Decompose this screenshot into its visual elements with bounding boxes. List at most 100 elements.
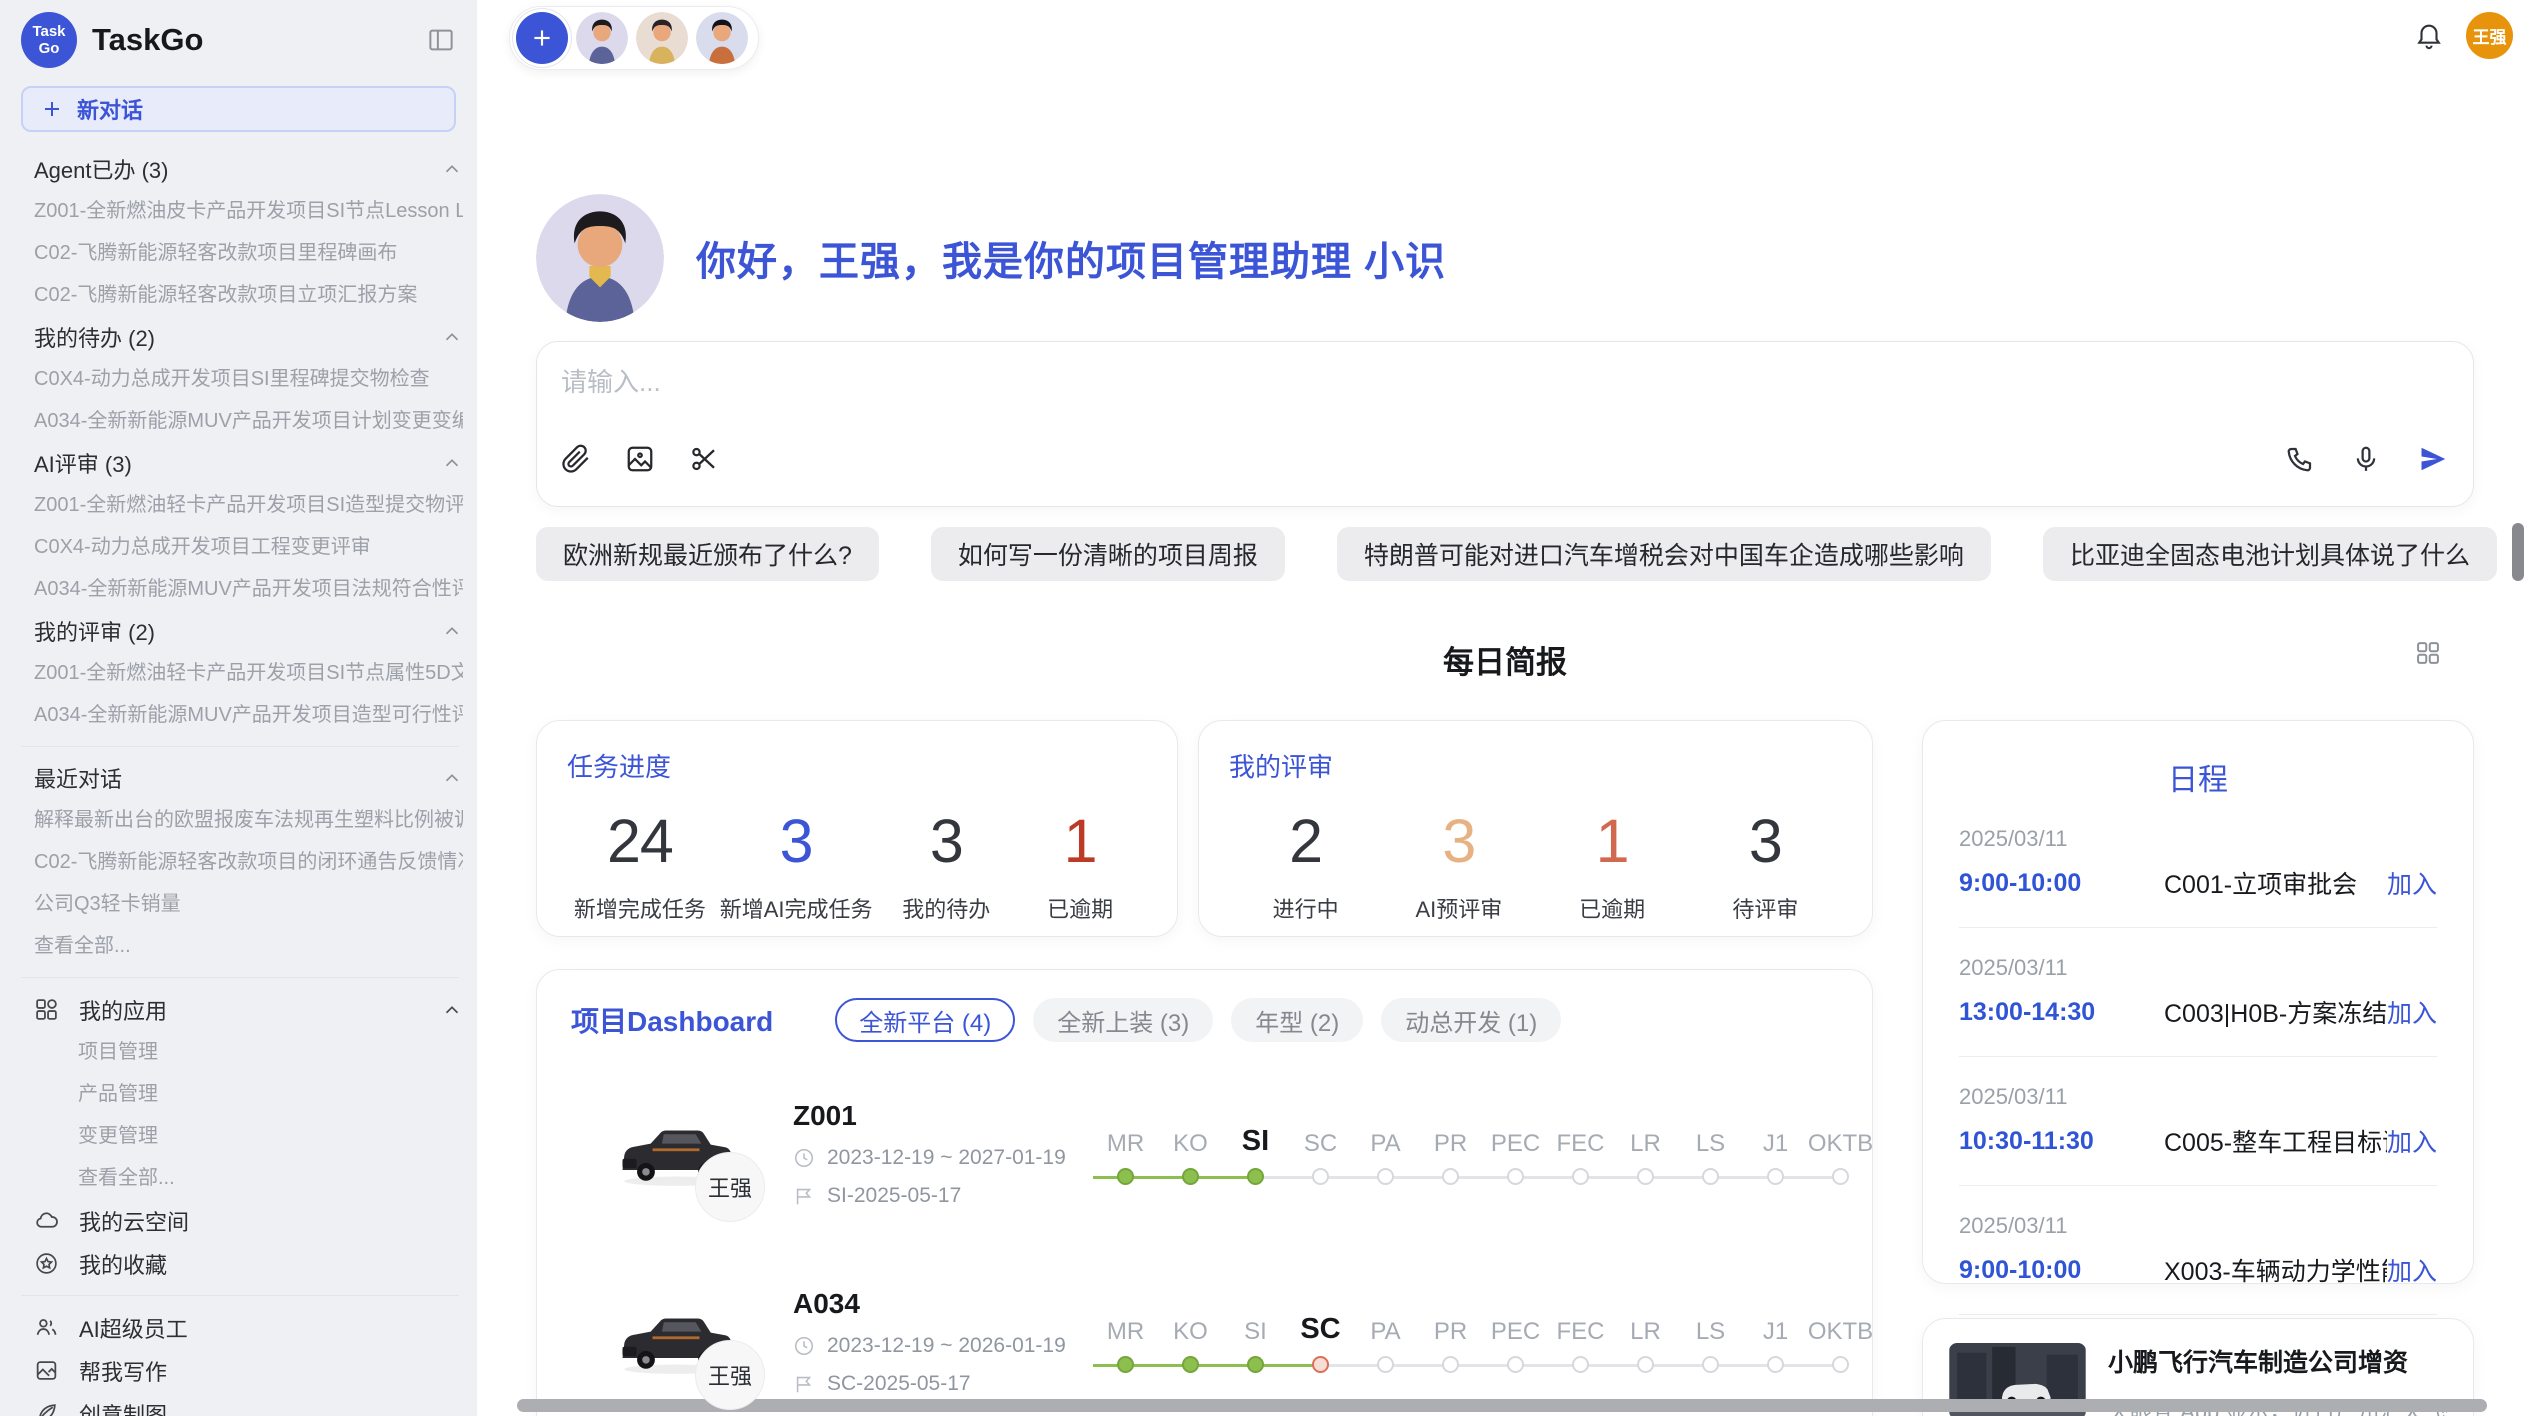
- section-header-recent[interactable]: 最近对话: [34, 757, 463, 799]
- suggestion-chip[interactable]: 特朗普可能对进口汽车增税会对中国车企造成哪些影响: [1337, 527, 1991, 581]
- tab-model-year[interactable]: 年型 (2): [1231, 998, 1363, 1042]
- app-item-product-mgmt[interactable]: 产品管理: [0, 1073, 477, 1115]
- chevron-up-icon[interactable]: [441, 158, 463, 180]
- event-time: 13:00-14:30: [1959, 998, 2164, 1027]
- chevron-up-icon[interactable]: [441, 620, 463, 642]
- agent-avatar-1[interactable]: [576, 12, 628, 64]
- milestone-label: OKTB: [1808, 1116, 1873, 1158]
- event-time: 10:30-11:30: [1959, 1127, 2164, 1156]
- milestone-label: LR: [1613, 1116, 1678, 1158]
- tab-new-body[interactable]: 全新上装 (3): [1033, 998, 1213, 1042]
- sidebar-item-writing-helper[interactable]: 帮我写作: [0, 1349, 477, 1392]
- recent-item[interactable]: C02-飞腾新能源轻客改款项目的闭环通告反馈情况: [34, 841, 463, 883]
- suggestion-chip[interactable]: 比亚迪全固态电池计划具体说了什么: [2043, 527, 2497, 581]
- sidebar-item[interactable]: C02-飞腾新能源轻客改款项目立项汇报方案: [34, 274, 463, 316]
- milestone-dot-done: [1182, 1168, 1199, 1185]
- phone-call-icon[interactable]: [2285, 444, 2315, 474]
- image-upload-icon[interactable]: [625, 444, 655, 474]
- cloud-icon: [34, 1208, 59, 1233]
- stat-label: AI预评审: [1399, 892, 1519, 924]
- section-title: Agent已办 (3): [34, 153, 169, 185]
- event-title: C003|H0B-方案冻结评审: [2164, 994, 2387, 1030]
- vertical-scrollbar-thumb[interactable]: [2512, 523, 2524, 581]
- sidebar-item-creative-draw[interactable]: 创意制图: [0, 1392, 477, 1416]
- section-title: 最近对话: [34, 762, 122, 794]
- screenshot-scissors-icon[interactable]: [689, 444, 719, 474]
- agent-avatar-2[interactable]: [636, 12, 688, 64]
- recent-item[interactable]: 公司Q3轻卡销量: [34, 883, 463, 925]
- tab-powertrain[interactable]: 动总开发 (1): [1381, 998, 1561, 1042]
- join-meeting-link[interactable]: 加入: [2387, 994, 2437, 1030]
- stat-label: 新增AI完成任务: [720, 892, 873, 924]
- tab-new-platform[interactable]: 全新平台 (4): [835, 998, 1015, 1042]
- milestone-dot-current-overdue: [1312, 1356, 1329, 1373]
- milestone-label: OKTB: [1808, 1304, 1873, 1346]
- chevron-up-icon[interactable]: [441, 999, 463, 1021]
- app-item-view-all[interactable]: 查看全部...: [0, 1157, 477, 1199]
- microphone-icon[interactable]: [2351, 444, 2381, 474]
- recent-item[interactable]: 解释最新出台的欧盟报废车法规再生塑料比例被调至15%...: [34, 799, 463, 841]
- chat-input-card: [536, 341, 2474, 507]
- chevron-up-icon[interactable]: [441, 326, 463, 348]
- sidebar-item[interactable]: Z001-全新燃油轻卡产品开发项目SI节点属性5D文件评审: [34, 652, 463, 694]
- app-title: TaskGo: [92, 22, 203, 58]
- my-review-title: 我的评审: [1229, 747, 1842, 784]
- stat-in-progress: 2 进行中: [1246, 806, 1366, 924]
- sidebar-item-my-apps[interactable]: 我的应用: [0, 988, 477, 1031]
- sidebar-item[interactable]: A034-全新新能源MUV产品开发项目造型可行性评审: [34, 694, 463, 736]
- app-item-project-mgmt[interactable]: 项目管理: [0, 1031, 477, 1073]
- sidebar-item-ai-staff[interactable]: AI超级员工: [0, 1306, 477, 1349]
- suggestion-chip[interactable]: 如何写一份清晰的项目周报: [931, 527, 1285, 581]
- sidebar-item-favorites[interactable]: 我的收藏: [0, 1242, 477, 1285]
- event-time: 9:00-10:00: [1959, 1256, 2164, 1285]
- send-icon[interactable]: [2417, 443, 2449, 475]
- sidebar-item[interactable]: C02-飞腾新能源轻客改款项目里程碑画布: [34, 232, 463, 274]
- join-meeting-link[interactable]: 加入: [2387, 1252, 2437, 1288]
- sidebar-item[interactable]: Z001-全新燃油轻卡产品开发项目SI造型提交物评审: [34, 484, 463, 526]
- recent-item-view-all[interactable]: 查看全部...: [34, 925, 463, 967]
- stat-value: 1: [1020, 806, 1140, 876]
- plus-icon: [40, 97, 64, 121]
- agent-avatar-3[interactable]: [696, 12, 748, 64]
- project-row[interactable]: 王强 A034 2023-12-19 ~ 2026-01-19 SC-2025-…: [571, 1266, 1838, 1416]
- chat-input[interactable]: [561, 362, 2449, 426]
- milestone-labels: MR KO SI SC PA PR PEC FEC LR LS J1 OKTB: [1093, 1116, 1893, 1158]
- layout-grid-icon[interactable]: [2414, 639, 2442, 672]
- creative-draw-label: 创意制图: [79, 1398, 167, 1416]
- milestone-dot-pending: [1507, 1356, 1524, 1373]
- sidebar-item[interactable]: A034-全新新能源MUV产品开发项目法规符合性评审: [34, 568, 463, 610]
- section-header-my-review[interactable]: 我的评审 (2): [34, 610, 463, 652]
- new-chat-button[interactable]: 新对话: [21, 86, 456, 132]
- app-item-change-mgmt[interactable]: 变更管理: [0, 1115, 477, 1157]
- user-avatar[interactable]: 王强: [2466, 12, 2513, 59]
- page: Task Go TaskGo 新对话 Agent已办 (3) Z001-全新燃油…: [0, 0, 2532, 1416]
- collapse-sidebar-icon[interactable]: [426, 25, 456, 55]
- stat-value: 3: [720, 806, 873, 876]
- milestone-label: J1: [1743, 1304, 1808, 1346]
- my-review-card: 我的评审 2 进行中 3 AI预评审 1 已逾期 3 待评审: [1198, 720, 1873, 937]
- horizontal-scrollbar-thumb[interactable]: [517, 1399, 2487, 1412]
- milestone-label: PR: [1418, 1116, 1483, 1158]
- section-header-my-todo[interactable]: 我的待办 (2): [34, 316, 463, 358]
- sidebar-divider: [21, 1295, 459, 1296]
- chevron-up-icon[interactable]: [441, 767, 463, 789]
- notifications-bell-icon[interactable]: [2414, 20, 2444, 55]
- sidebar-item-cloud-space[interactable]: 我的云空间: [0, 1199, 477, 1242]
- sidebar-item[interactable]: A034-全新新能源MUV产品开发项目计划变更变编号: [34, 400, 463, 442]
- sidebar-item[interactable]: C0X4-动力总成开发项目工程变更评审: [34, 526, 463, 568]
- sidebar-item[interactable]: C0X4-动力总成开发项目SI里程碑提交物检查: [34, 358, 463, 400]
- stat-value: 2: [1246, 806, 1366, 876]
- new-session-button[interactable]: [516, 12, 568, 64]
- chevron-up-icon[interactable]: [441, 452, 463, 474]
- project-row[interactable]: 王强 Z001 2023-12-19 ~ 2027-01-19 SI-2025-…: [571, 1078, 1838, 1230]
- schedule-event: 2025/03/11 10:30-11:30 C005-整车工程目标评审 加入: [1959, 1084, 2437, 1186]
- section-header-ai-review[interactable]: AI评审 (3): [34, 442, 463, 484]
- sidebar-item[interactable]: Z001-全新燃油皮卡产品开发项目SI节点Lesson Learn报告: [34, 190, 463, 232]
- join-meeting-link[interactable]: 加入: [2387, 1123, 2437, 1159]
- attachment-icon[interactable]: [561, 444, 591, 474]
- sidebar-header: Task Go TaskGo: [0, 0, 477, 80]
- section-header-agent-done[interactable]: Agent已办 (3): [34, 148, 463, 190]
- suggestion-chip[interactable]: 欧洲新规最近颁布了什么?: [536, 527, 879, 581]
- milestone-rail: [1093, 1352, 1893, 1380]
- join-meeting-link[interactable]: 加入: [2387, 865, 2437, 901]
